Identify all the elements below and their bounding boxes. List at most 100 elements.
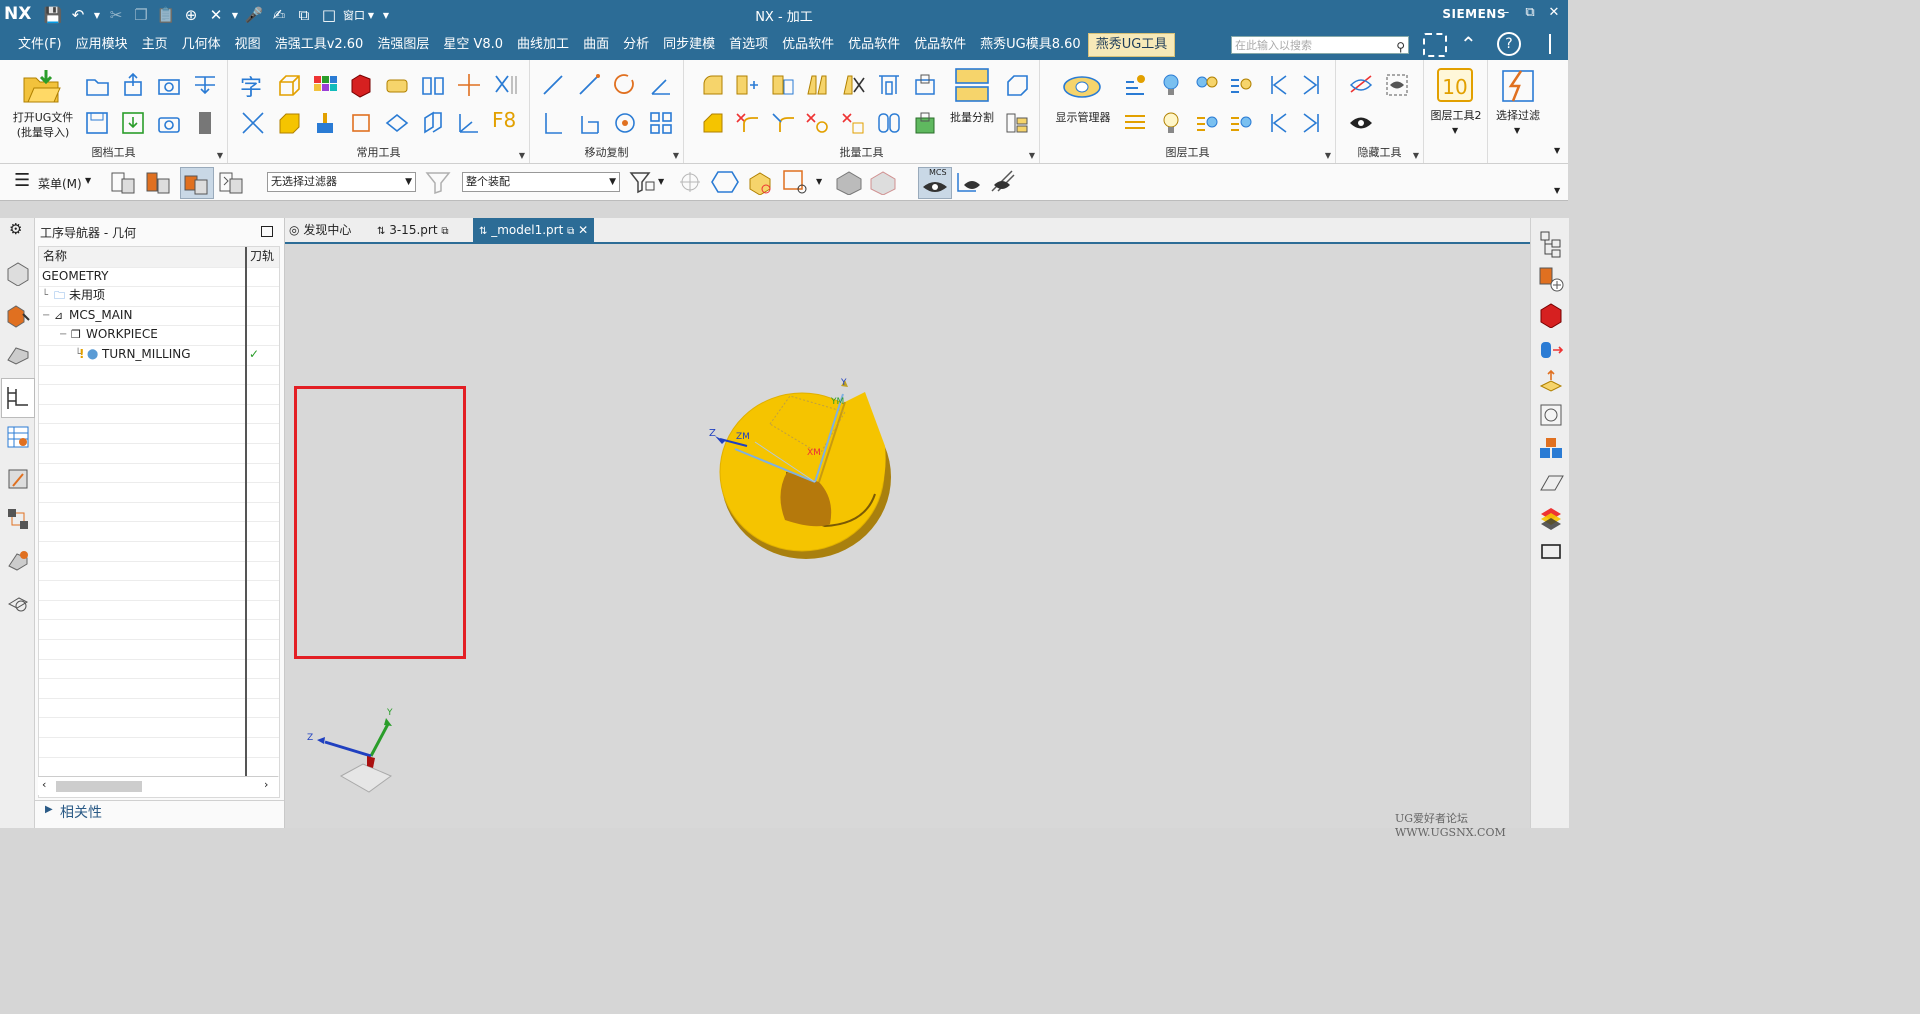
restore-button[interactable]: ⧉ [1521,5,1539,20]
batch-measure-icon[interactable] [912,72,938,98]
show-mcs-button[interactable]: MCS [918,167,952,199]
type-filter-dropdown-icon[interactable]: ▼ [658,177,664,186]
extrude-icon[interactable] [420,110,446,136]
blocks-icon[interactable] [1538,436,1564,462]
minimize-button[interactable]: – [1497,5,1515,20]
bulb-off-icon[interactable] [1158,110,1184,136]
collapse-toggle-icon[interactable]: − [42,306,50,325]
dropdown-icon[interactable]: ▼ [1514,126,1520,135]
camera-icon[interactable] [156,110,182,136]
import-icon[interactable] [192,72,218,98]
layer-colors-icon[interactable] [1538,504,1564,530]
machine-tool-navigator-icon[interactable] [5,424,31,450]
fullscreen-icon[interactable] [1423,33,1447,57]
settings-gear-icon[interactable]: ⚙ [9,220,22,238]
menu-item[interactable]: 燕秀UG模具8.60 [973,32,1088,58]
mirror-body-icon[interactable] [420,72,446,98]
hamburger-menu-icon[interactable]: ☰ [14,170,30,191]
layer-move-icon[interactable] [1122,72,1148,98]
collapse-toggle-icon[interactable]: − [59,325,67,344]
toolbar-options-icon[interactable]: ▼ [1554,186,1560,195]
menu-item[interactable]: 同步建模 [656,32,722,58]
menu-item[interactable]: 应用模块 [69,32,135,58]
assembly-scope-dropdown[interactable]: 整个装配 ▼ [462,172,620,192]
scroll-left-icon[interactable]: ‹ [42,778,46,791]
hide-selected-icon[interactable] [1348,72,1374,98]
menu-item[interactable]: 首选项 [722,32,775,58]
part-navigator-icon[interactable] [5,260,31,286]
select-body-icon[interactable] [746,169,776,195]
tab-3-15-prt[interactable]: ⇅ 3-15.prt ⧉ [377,218,449,242]
menu-item[interactable]: 视图 [228,32,268,58]
gray-block-icon[interactable] [192,110,218,136]
menu-item[interactable]: 曲面 [576,32,616,58]
red-cube-icon[interactable] [348,72,374,98]
pattern-icon[interactable] [648,110,674,136]
color-palette-icon[interactable] [312,72,338,98]
align-icon[interactable] [576,110,602,136]
rotate-icon[interactable] [612,72,638,98]
assembly-navigator-icon[interactable] [5,302,31,328]
batch-delete-icon[interactable] [840,72,866,98]
show-only-icon[interactable] [1384,72,1410,98]
group-expand-icon[interactable]: ▼ [1029,151,1035,160]
group-expand-icon[interactable]: ▼ [217,151,223,160]
extrude-face-icon[interactable] [1538,368,1564,394]
edge-blend-icon[interactable] [700,72,726,98]
point-to-point-icon[interactable] [540,110,566,136]
curve-offset-icon[interactable] [804,110,830,136]
search-icon[interactable]: ⚲ [1396,38,1405,56]
move-csys-icon[interactable] [648,72,674,98]
hexagon-select-icon[interactable] [710,169,740,195]
brush-icon[interactable] [312,110,338,136]
hd3d-tools-icon[interactable] [5,506,31,532]
scroll-right-icon[interactable]: › [264,778,268,791]
selection-filter-dropdown[interactable]: 无选择过滤器 ▼ [267,172,416,192]
snap-point-icon[interactable] [676,170,704,194]
curve-blend-icon[interactable] [770,110,796,136]
cylinder-arrow-icon[interactable] [1538,336,1564,362]
curve-x-icon[interactable] [734,110,760,136]
frame-icon[interactable] [348,110,374,136]
expand-triangle-icon[interactable]: ▶ [45,804,53,815]
scrollbar-thumb[interactable] [56,781,142,792]
navigator-program-icon[interactable] [110,169,138,195]
save-as-icon[interactable] [120,110,146,136]
rectangle-icon[interactable] [1538,540,1564,562]
yellow-box-icon[interactable] [276,110,302,136]
batch-move-icon[interactable] [734,72,760,98]
select-filter-button[interactable]: 选择过滤 ▼ [1488,60,1548,163]
export-icon[interactable] [120,72,146,98]
display-manager-icon[interactable] [1062,74,1102,100]
column-header-toolpath[interactable]: 刀轨 [250,247,274,266]
part-model[interactable]: Z ZM Y YM XM [695,374,915,574]
horizontal-scrollbar[interactable]: ‹ › [38,776,278,795]
close-button[interactable]: ✕ [1545,5,1563,20]
bulb-on-icon[interactable] [1158,72,1184,98]
table-row[interactable]: − ❒ WORKPIECE [39,325,279,346]
cylinder-icon[interactable] [384,72,410,98]
add-component-icon[interactable] [1538,266,1564,292]
hide-all-icon[interactable] [988,169,1018,195]
menu-more-icon[interactable] [1549,34,1551,54]
layer-stack-icon[interactable] [1122,110,1148,136]
layer-tool2-button[interactable]: 10 图层工具2 ▼ [1424,60,1488,163]
text-tool-icon[interactable]: 字 [240,70,262,102]
tab-discovery-center[interactable]: ◎ 发现中心 [289,218,351,242]
tree-structure-icon[interactable] [1538,230,1564,258]
f8-icon[interactable]: F8 [492,108,516,132]
save-file-icon[interactable] [84,110,110,136]
center-icon[interactable] [612,110,638,136]
snapshot-icon[interactable] [156,72,182,98]
tab-close-icon[interactable]: ✕ [578,223,588,237]
search-input[interactable]: 在此输入以搜索 ⚲ [1231,36,1409,54]
graphics-window[interactable]: Z ZM Y YM XM Y Z [285,244,1530,828]
double-cylinder-icon[interactable] [876,110,902,136]
constraint-navigator-icon[interactable] [5,342,31,368]
table-row[interactable]: GEOMETRY [39,267,279,288]
show-axis-icon[interactable] [954,169,984,195]
column-header-name[interactable]: 名称 [43,247,67,266]
menu-item[interactable]: 分析 [616,32,656,58]
navigator-method-icon[interactable] [218,169,246,195]
reuse-library-icon[interactable] [5,466,31,492]
